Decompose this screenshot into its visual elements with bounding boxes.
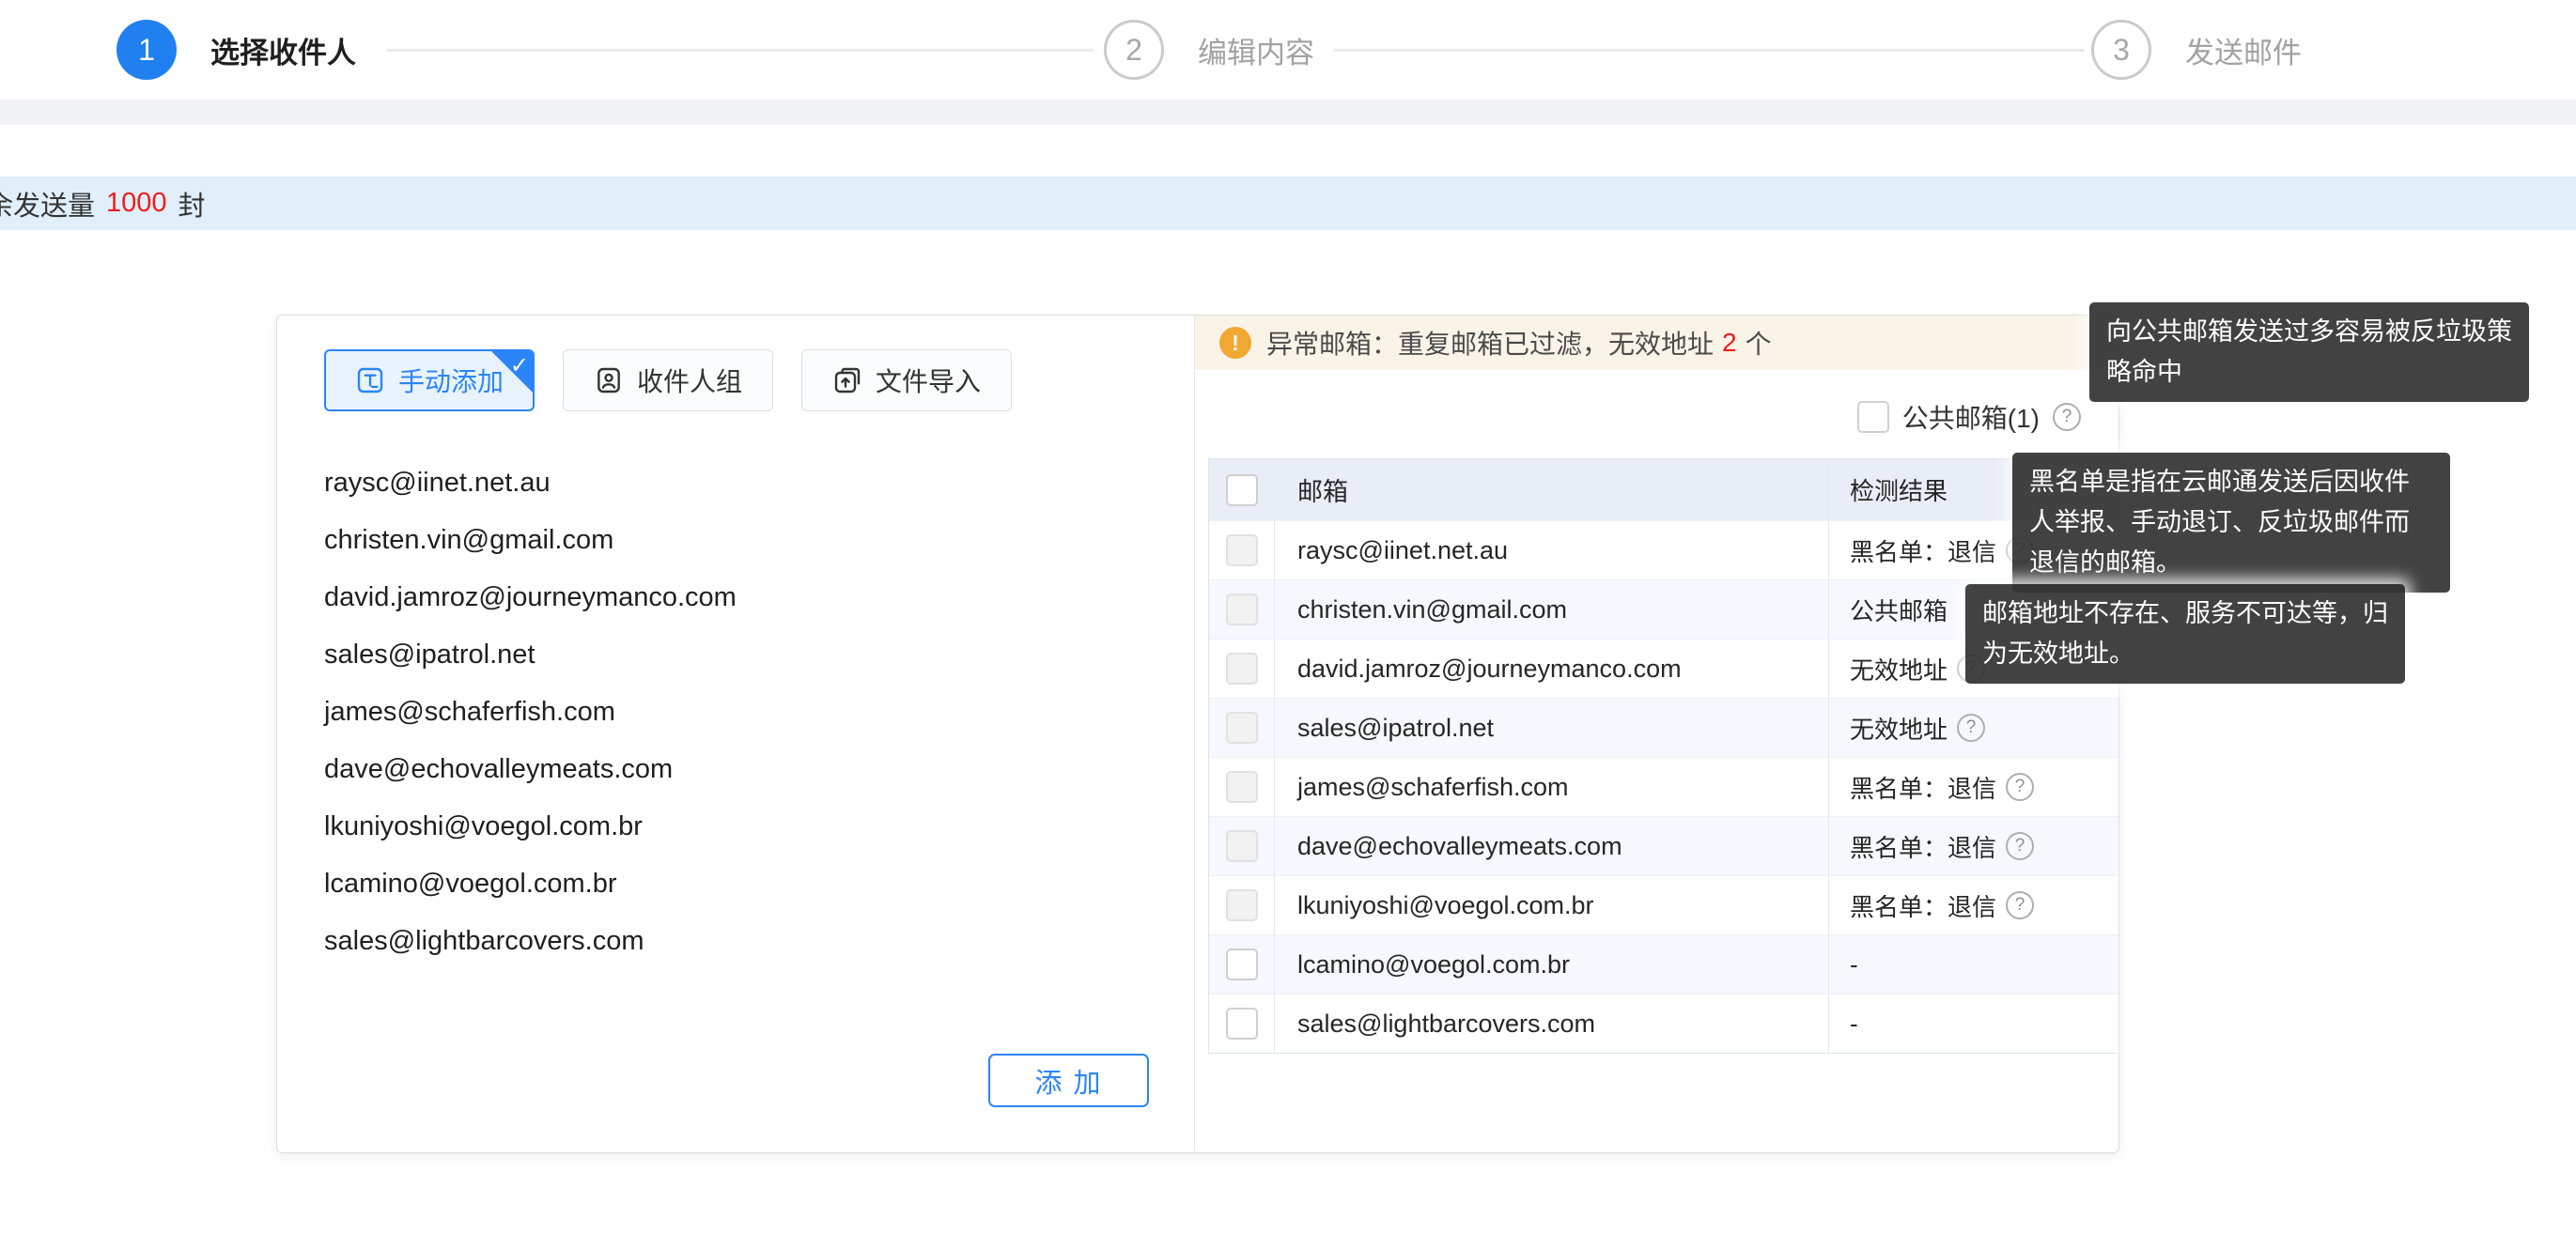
step-send-mail: 3 发送邮件: [2091, 0, 2302, 100]
help-icon[interactable]: ?: [2006, 832, 2034, 860]
recipient-input-panel: 手动添加 ✓ 收件人组: [277, 316, 1195, 1152]
select-all-checkbox[interactable]: [1226, 474, 1258, 506]
quota-unit: 封: [178, 184, 206, 224]
quota-amount: 1000: [106, 188, 167, 219]
step-2-circle: 2: [1104, 20, 1164, 80]
email-line: david.jamroz@journeymanco.com: [324, 569, 737, 626]
email-line: christen.vin@gmail.com: [324, 512, 737, 569]
table-header: 邮箱 检测结果: [1209, 459, 2118, 520]
row-checkbox: [1226, 889, 1258, 921]
table-row: lkuniyoshi@voegol.com.br 黑名单：退信 ?: [1209, 875, 2118, 934]
tab-file-import[interactable]: 文件导入: [801, 349, 1012, 411]
help-icon[interactable]: ?: [1957, 714, 1985, 742]
row-status: -: [1829, 995, 2118, 1053]
tab-recipient-group[interactable]: 收件人组: [563, 349, 773, 411]
row-email: sales@ipatrol.net: [1275, 699, 1829, 757]
row-checkbox[interactable]: [1226, 1008, 1258, 1040]
warning-icon: !: [1219, 327, 1251, 359]
step-1-label: 选择收件人: [210, 29, 356, 71]
email-line: raysc@iinet.net.au: [324, 455, 737, 512]
invalid-count: 2: [1722, 328, 1737, 358]
row-status: 黑名单：退信 ?: [1829, 817, 2118, 875]
row-checkbox: [1226, 712, 1258, 744]
email-input-area[interactable]: raysc@iinet.net.au christen.vin@gmail.co…: [324, 455, 737, 970]
stepper: 1 选择收件人 2 编辑内容 3 发送邮件: [0, 0, 2576, 100]
page: 1 选择收件人 2 编辑内容 3 发送邮件 余发送量 1000 封: [0, 0, 2576, 1249]
row-checkbox[interactable]: [1226, 948, 1258, 980]
public-mailbox-checkbox[interactable]: [1857, 401, 1889, 433]
public-mailbox-filter: 公共邮箱(1) ?: [1857, 398, 2081, 436]
row-checkbox: [1226, 771, 1258, 803]
warning-unit: 个: [1746, 324, 1772, 362]
row-email: james@schaferfish.com: [1275, 758, 1829, 816]
row-email: raysc@iinet.net.au: [1275, 521, 1829, 579]
step-connector: [1334, 49, 2084, 52]
email-line: sales@lightbarcovers.com: [324, 913, 737, 970]
step-3-label: 发送邮件: [2185, 29, 2302, 71]
step-2-label: 编辑内容: [1198, 29, 1314, 71]
manual-add-icon: [355, 365, 385, 395]
email-line: dave@echovalleymeats.com: [324, 741, 737, 798]
help-icon[interactable]: ?: [2006, 891, 2034, 919]
tooltip-blacklist: 黑名单是指在云邮通发送后因收件人举报、手动退订、反垃圾邮件而退信的邮箱。: [2012, 453, 2450, 593]
row-checkbox: [1226, 653, 1258, 685]
file-import-icon: [832, 365, 862, 395]
table-row: raysc@iinet.net.au 黑名单：退信 ?: [1209, 520, 2118, 579]
tab-label: 文件导入: [876, 362, 981, 399]
help-icon[interactable]: ?: [2006, 773, 2034, 801]
step-select-recipients: 1 选择收件人: [116, 0, 356, 100]
row-status: -: [1829, 935, 2118, 994]
step-connector: [387, 49, 1094, 52]
public-mailbox-label: 公共邮箱(1): [1902, 398, 2040, 436]
recipient-card: 手动添加 ✓ 收件人组: [276, 315, 2119, 1153]
check-result-table: 邮箱 检测结果 raysc@iinet.net.au 黑名单：退信 ? chri…: [1208, 458, 2119, 1054]
row-status: 黑名单：退信 ?: [1829, 876, 2118, 934]
email-line: sales@ipatrol.net: [324, 626, 737, 684]
row-checkbox: [1226, 534, 1258, 566]
row-status: 无效地址 ?: [1829, 699, 2118, 757]
tooltip-invalid-address: 邮箱地址不存在、服务不可达等，归为无效地址。: [1965, 584, 2405, 684]
quota-banner: 余发送量 1000 封: [0, 177, 2576, 230]
row-email: lkuniyoshi@voegol.com.br: [1275, 876, 1829, 934]
add-button[interactable]: 添 加: [988, 1054, 1149, 1107]
abnormal-warning-banner: ! 异常邮箱：重复邮箱已过滤，无效地址 2 个: [1195, 316, 2118, 370]
step-1-circle: 1: [116, 20, 177, 80]
column-header-email: 邮箱: [1275, 459, 1829, 520]
tooltip-public-mailbox: 向公共邮箱发送过多容易被反垃圾策略命中: [2089, 302, 2529, 402]
table-row: sales@lightbarcovers.com -: [1209, 994, 2118, 1053]
help-icon[interactable]: ?: [2053, 403, 2081, 431]
step-edit-content: 2 编辑内容: [1104, 0, 1314, 100]
tab-label: 手动添加: [398, 362, 504, 399]
table-row: sales@ipatrol.net 无效地址 ?: [1209, 698, 2118, 757]
row-email: christen.vin@gmail.com: [1275, 580, 1829, 639]
table-row: dave@echovalleymeats.com 黑名单：退信 ?: [1209, 816, 2118, 875]
row-email: dave@echovalleymeats.com: [1275, 817, 1829, 875]
table-row: lcamino@voegol.com.br -: [1209, 934, 2118, 994]
quota-banner-text: 余发送量: [0, 184, 95, 224]
email-line: james@schaferfish.com: [324, 684, 737, 741]
table-row: james@schaferfish.com 黑名单：退信 ?: [1209, 757, 2118, 816]
row-email: david.jamroz@journeymanco.com: [1275, 640, 1829, 698]
row-checkbox: [1226, 830, 1258, 862]
row-email: sales@lightbarcovers.com: [1275, 995, 1829, 1053]
tab-manual-add[interactable]: 手动添加 ✓: [324, 349, 535, 411]
row-status: 黑名单：退信 ?: [1829, 758, 2118, 816]
row-email: lcamino@voegol.com.br: [1275, 935, 1829, 994]
tab-label: 收件人组: [637, 362, 742, 399]
email-line: lkuniyoshi@voegol.com.br: [324, 798, 737, 856]
check-icon: ✓: [510, 352, 529, 379]
recipient-group-icon: [594, 365, 624, 395]
step-3-circle: 3: [2091, 20, 2151, 80]
recipient-tabs: 手动添加 ✓ 收件人组: [324, 349, 1012, 411]
row-checkbox: [1226, 594, 1258, 625]
check-result-panel: ! 异常邮箱：重复邮箱已过滤，无效地址 2 个 公共邮箱(1) ? 邮箱 检测结…: [1195, 316, 2118, 1152]
warning-text: 异常邮箱：重复邮箱已过滤，无效地址: [1266, 324, 1714, 362]
divider-strip: [0, 100, 2576, 125]
email-line: lcamino@voegol.com.br: [324, 856, 737, 913]
